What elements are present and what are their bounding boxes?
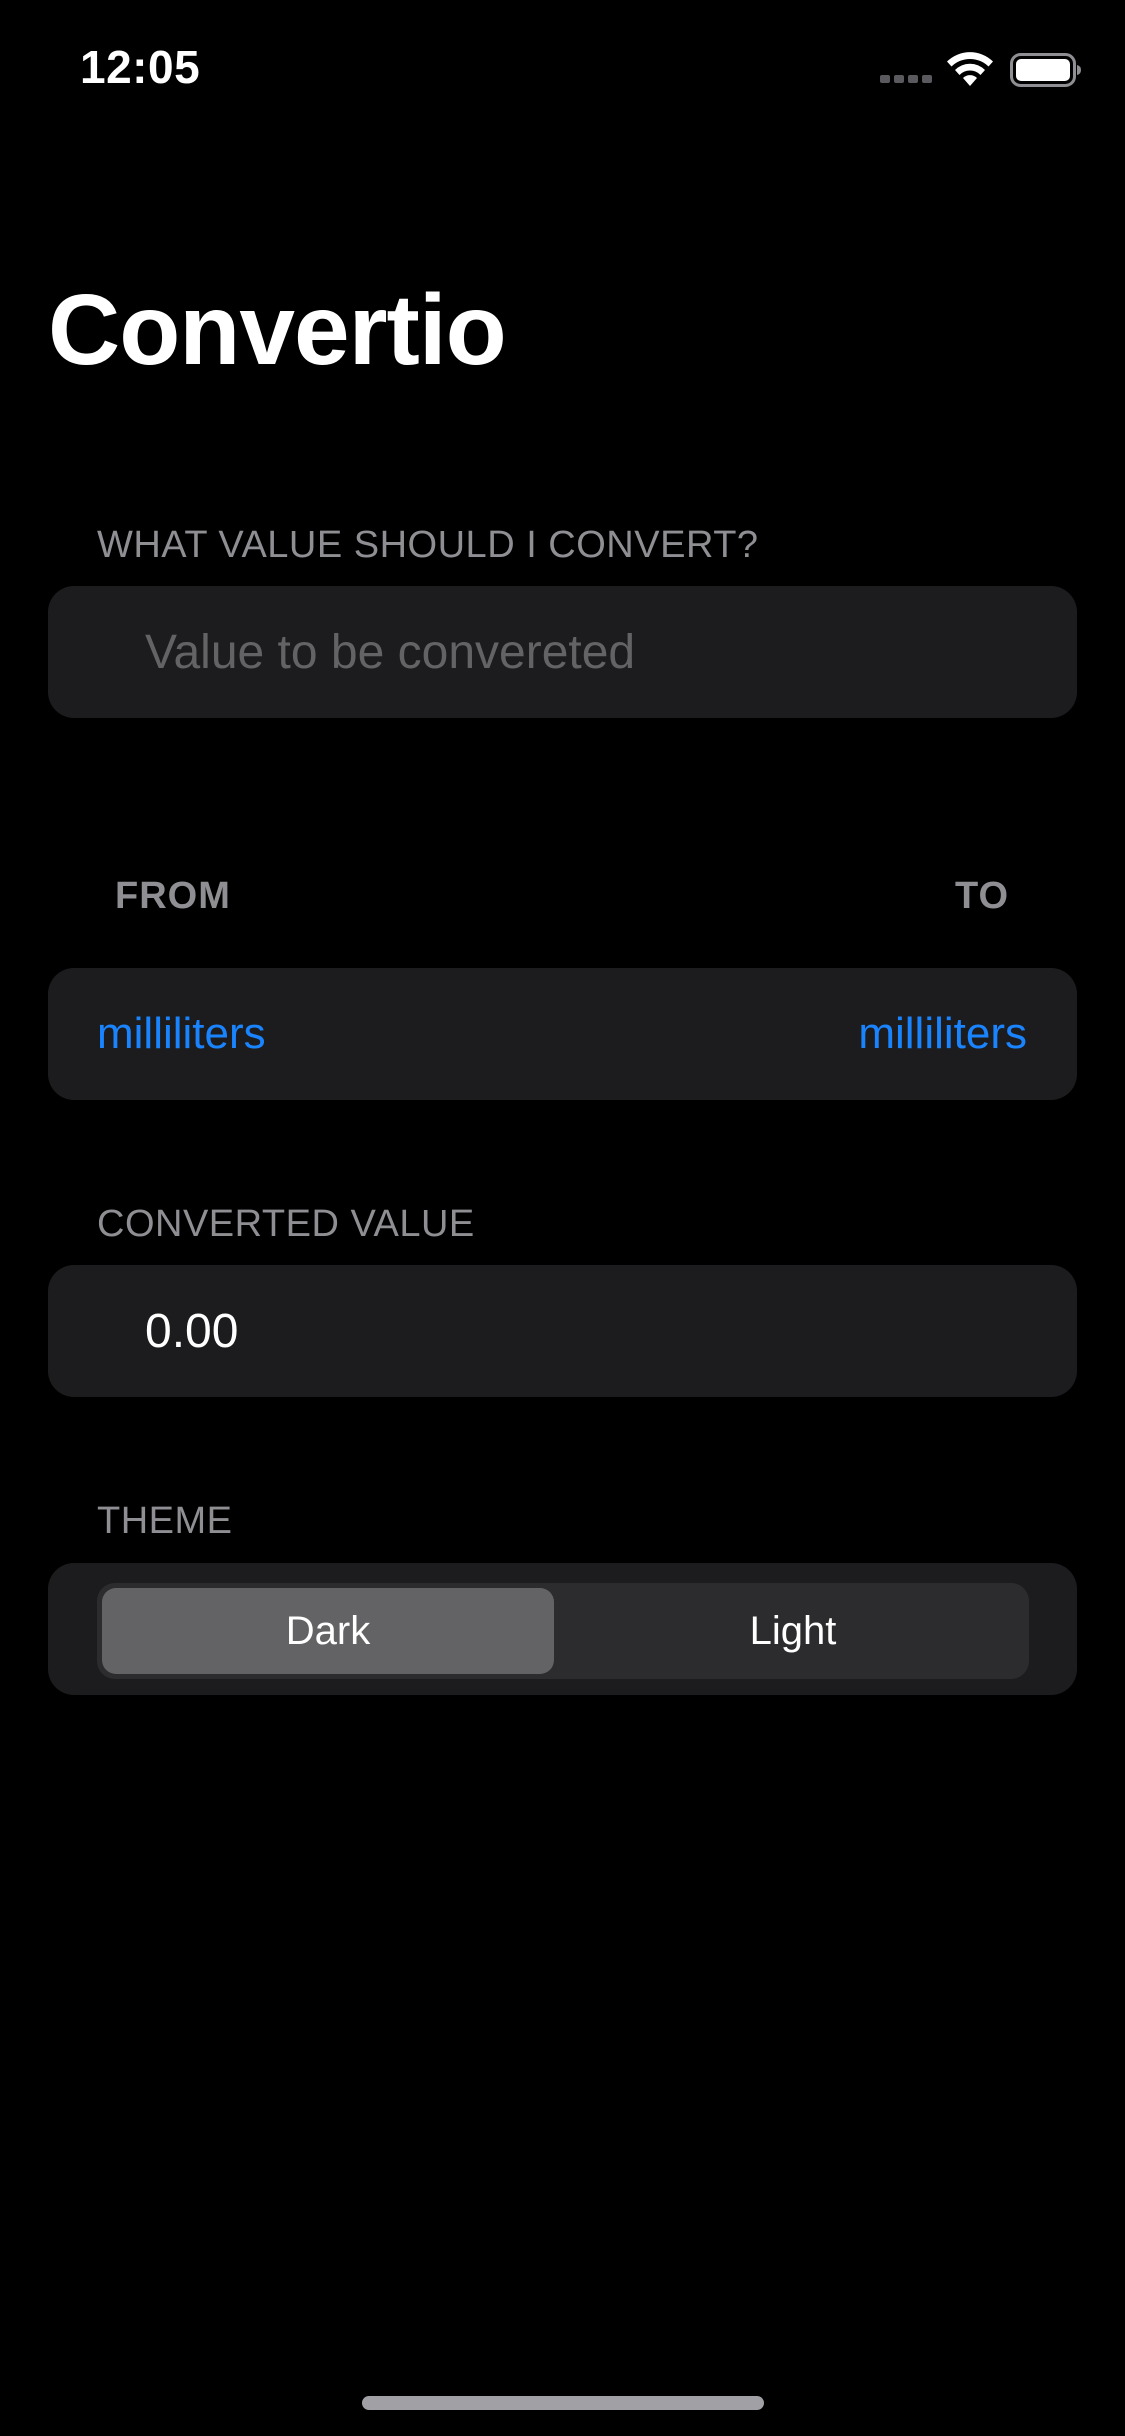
status-bar: 12:05 xyxy=(0,0,1125,140)
theme-section-header: THEME xyxy=(97,1500,233,1542)
value-section-header: WHAT VALUE SHOULD I CONVERT? xyxy=(97,524,759,566)
converted-section-header: CONVERTED VALUE xyxy=(97,1203,475,1245)
battery-full-icon xyxy=(1010,53,1081,87)
to-unit-picker[interactable]: milliliters xyxy=(858,968,1027,1100)
cellular-signal-icon xyxy=(880,75,932,85)
theme-segmented-control: Dark Light xyxy=(97,1583,1029,1679)
home-indicator[interactable] xyxy=(362,2396,764,2410)
status-time: 12:05 xyxy=(80,41,201,93)
value-input[interactable] xyxy=(145,586,1065,718)
theme-option-light[interactable]: Light xyxy=(567,1588,1019,1674)
value-input-card xyxy=(48,586,1077,718)
page-title: Convertio xyxy=(48,274,507,386)
from-unit-picker[interactable]: milliliters xyxy=(97,968,266,1100)
wifi-icon xyxy=(947,52,993,86)
units-card: milliliters milliliters xyxy=(48,968,1077,1100)
to-header: TO xyxy=(955,875,1010,917)
converted-value-card: 0.00 xyxy=(48,1265,1077,1397)
from-header: FROM xyxy=(115,875,231,917)
theme-card: Dark Light xyxy=(48,1563,1077,1695)
theme-option-dark[interactable]: Dark xyxy=(102,1588,554,1674)
converted-value: 0.00 xyxy=(145,1304,239,1358)
